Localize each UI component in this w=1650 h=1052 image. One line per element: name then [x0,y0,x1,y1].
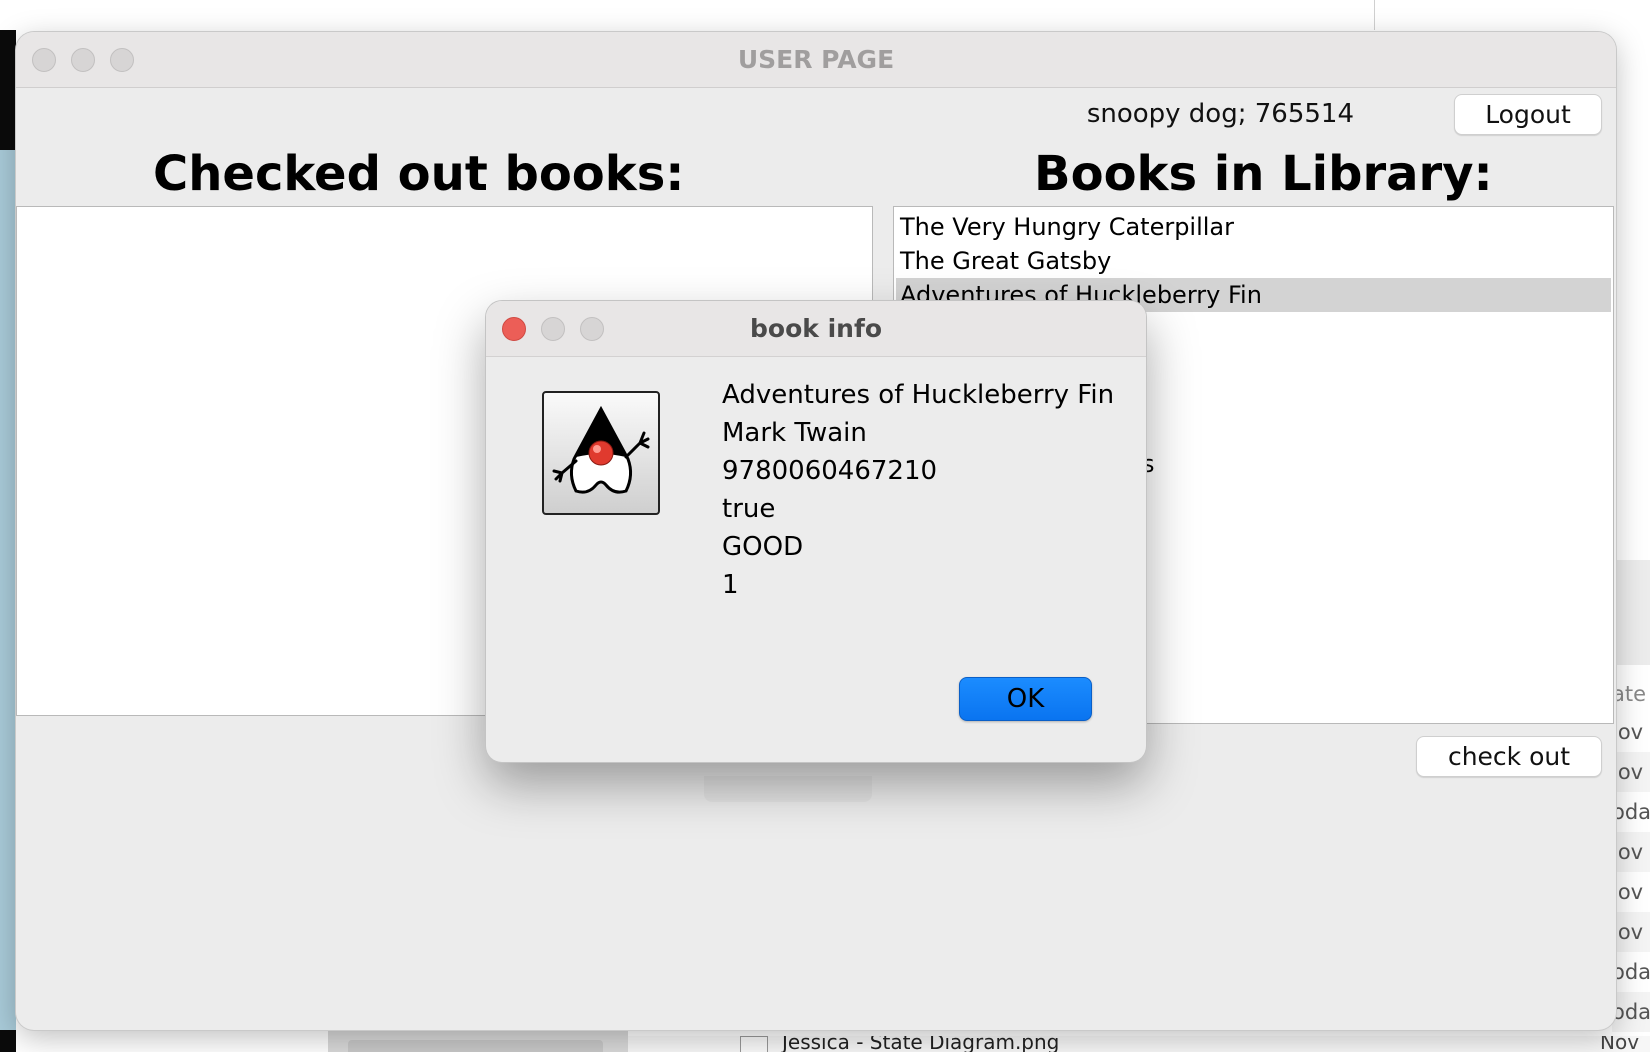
check-out-button[interactable]: check out [1416,736,1602,777]
finder-row: lov [1612,880,1644,904]
logout-button[interactable]: Logout [1454,94,1602,135]
hidden-button-edge [704,776,872,802]
book-copies-value: 1 [722,570,739,600]
file-date: Nov [1600,1036,1640,1052]
book-isbn-value: 9780060467210 [722,456,938,486]
finder-toolbar-fragment [1610,560,1650,665]
finder-row: lov [1612,752,1650,792]
ok-button[interactable]: OK [959,677,1092,721]
file-icon [740,1036,768,1052]
book-available-value: true [722,494,776,524]
list-item[interactable]: The Very Hungry Caterpillar [896,210,1611,244]
checked-out-heading: Checked out books: [153,146,685,202]
finder-row: oda [1612,992,1650,1032]
book-title-value: Adventures of Huckleberry Fin [722,380,1115,410]
finder-row: oda [1612,960,1650,984]
book-info-dialog: book info Adventures of Huckleberry Fin … [486,301,1146,762]
finder-column-header: ate [1612,682,1647,706]
user-info-label: snoopy dog; 765514 [1086,99,1354,129]
window-title: USER PAGE [737,45,895,74]
file-name: Jessica - State Diagram.png [782,1036,1060,1052]
finder-row: lov [1612,912,1650,952]
window-titlebar[interactable]: USER PAGE [16,32,1616,88]
library-heading: Books in Library: [1034,146,1493,202]
dialog-titlebar[interactable]: book info [486,301,1146,357]
finder-row: oda [1612,800,1650,824]
book-condition-value: GOOD [722,532,804,562]
book-author-value: Mark Twain [722,418,867,448]
finder-file-row[interactable]: Jessica - State Diagram.png Nov [628,1036,1650,1052]
background-window-edge [1374,0,1375,30]
finder-row: lov [1612,832,1650,872]
java-duke-icon [542,391,660,515]
list-item[interactable]: The Great Gatsby [896,244,1611,278]
desktop-background-window [0,150,16,1030]
dialog-title: book info [750,314,882,343]
desktop-background-scroller [348,1040,603,1052]
finder-row: lov [1612,720,1644,744]
